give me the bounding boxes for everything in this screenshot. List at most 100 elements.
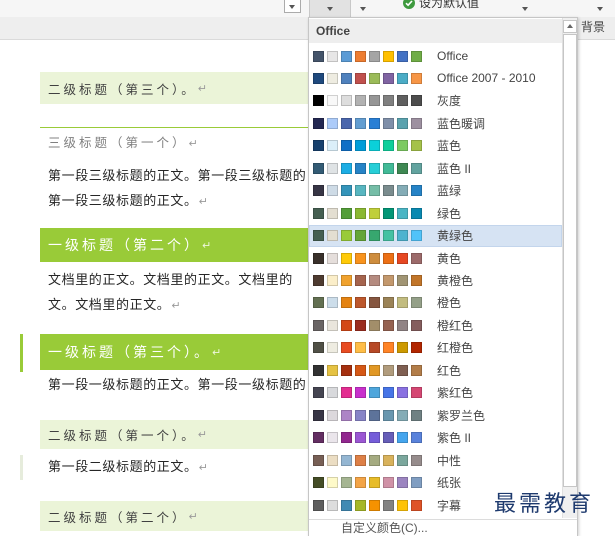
color-swatch: [397, 207, 408, 219]
color-swatch: [397, 162, 408, 174]
color-swatch: [369, 50, 380, 62]
color-swatch: [313, 432, 324, 444]
color-swatch: [327, 387, 338, 399]
menu-section-header: Office: [309, 19, 562, 43]
color-swatch: [341, 364, 352, 376]
heading-text: 三级标题（第一个）: [48, 136, 188, 150]
color-swatch: [341, 409, 352, 421]
paragraph-mark: ↵: [197, 429, 207, 441]
chevron-down-icon: [359, 7, 366, 11]
ribbon-group-label: 背景: [581, 20, 606, 34]
body-paragraph-line[interactable]: 第一段三级标题的正文。第一段三级标题的: [48, 166, 306, 186]
set-as-default-button[interactable]: 设为默认值: [400, 0, 496, 17]
color-swatch: [341, 342, 352, 354]
color-scheme-label: 红橙色: [437, 341, 474, 356]
color-swatch-strip: [313, 499, 437, 511]
color-swatch: [383, 477, 394, 489]
color-scheme-item[interactable]: 紫红色: [309, 382, 562, 404]
color-swatch: [411, 230, 422, 242]
combo-dropdown-button[interactable]: [284, 0, 301, 13]
fonts-dropdown-button[interactable]: [356, 0, 370, 17]
color-scheme-item[interactable]: 红橙色: [309, 337, 562, 359]
color-swatch: [369, 319, 380, 331]
color-scheme-item[interactable]: 蓝色: [309, 135, 562, 157]
color-swatch: [355, 252, 366, 264]
color-swatch: [411, 477, 422, 489]
heading3-paragraph[interactable]: 三级标题（第一个）↵: [48, 133, 198, 153]
color-swatch: [369, 364, 380, 376]
watermark-dropdown-button[interactable]: [518, 0, 532, 17]
color-swatch: [369, 207, 380, 219]
color-scheme-item[interactable]: 蓝绿: [309, 180, 562, 202]
color-swatch: [397, 432, 408, 444]
color-scheme-item[interactable]: 蓝色 II: [309, 157, 562, 179]
color-swatch: [341, 140, 352, 152]
color-scheme-item[interactable]: 紫色 II: [309, 427, 562, 449]
body-paragraph-line[interactable]: 文。文档里的正文。↵: [48, 295, 181, 315]
color-scheme-item[interactable]: 灰度: [309, 90, 562, 112]
word-window: 设为默认值 背景 二级标题（第三个）。 ↵ 三级标题（第一个）↵ 第一段三级标题的…: [0, 0, 615, 536]
paragraph-mark: ↵: [198, 196, 208, 208]
color-swatch: [397, 499, 408, 511]
color-swatch: [327, 275, 338, 286]
color-swatch: [355, 342, 366, 354]
body-paragraph-line[interactable]: 文档里的正文。文档里的正文。文档里的: [48, 270, 293, 290]
color-scheme-item[interactable]: 红色: [309, 359, 562, 381]
color-swatch: [397, 409, 408, 421]
color-swatch: [411, 342, 422, 354]
body-paragraph-line[interactable]: 第一段二级标题的正文。↵: [48, 457, 208, 477]
color-swatch: [341, 319, 352, 331]
color-scheme-item[interactable]: 黄橙色: [309, 270, 562, 292]
color-swatch: [313, 319, 324, 331]
paragraph-mark: ↵: [188, 138, 198, 150]
body-paragraph-line[interactable]: 第一段一级标题的正文。第一段一级标题的: [48, 375, 306, 395]
color-swatch: [369, 409, 380, 421]
color-swatch: [313, 207, 324, 219]
color-scheme-label: 橙色: [437, 296, 462, 311]
color-swatch: [355, 432, 366, 444]
color-swatch: [341, 252, 352, 264]
color-swatch: [327, 207, 338, 219]
color-swatch: [369, 185, 380, 197]
set-as-default-label: 设为默认值: [419, 0, 480, 10]
color-scheme-item[interactable]: 黄绿色: [309, 224, 562, 247]
colors-dropdown-button[interactable]: [309, 0, 351, 17]
scroll-up-button[interactable]: [563, 20, 577, 33]
color-swatch: [369, 432, 380, 444]
color-swatch: [355, 319, 366, 331]
color-swatch: [313, 477, 324, 489]
color-scheme-item[interactable]: 蓝色暖调: [309, 112, 562, 134]
color-scheme-item[interactable]: 中性: [309, 449, 562, 471]
color-scheme-item[interactable]: 黄色: [309, 247, 562, 269]
color-swatch: [327, 50, 338, 62]
color-swatch: [397, 342, 408, 354]
color-swatch: [383, 319, 394, 331]
color-scheme-item[interactable]: Office: [309, 45, 562, 67]
color-swatch-strip: [313, 477, 437, 489]
color-scheme-label: 灰度: [437, 94, 462, 109]
color-scheme-item[interactable]: 橙色: [309, 292, 562, 314]
page-color-dropdown-button[interactable]: [593, 0, 607, 17]
color-scheme-item[interactable]: 紫罗兰色: [309, 404, 562, 426]
color-swatch: [397, 185, 408, 197]
color-scheme-label: 紫罗兰色: [437, 408, 486, 423]
color-scheme-list: Office Office 2007 - 2010 灰度蓝色暖调 蓝色 蓝色 II 蓝绿绿…: [309, 45, 562, 518]
customize-colors-item[interactable]: 自定义颜色(C)...: [309, 521, 577, 536]
chevron-down-icon: [521, 7, 528, 11]
scroll-thumb[interactable]: [563, 34, 577, 487]
menu-scrollbar[interactable]: [562, 18, 577, 518]
color-scheme-item[interactable]: 绿色: [309, 202, 562, 224]
body-paragraph-line[interactable]: 第一段三级标题的正文。↵: [48, 191, 208, 211]
color-swatch: [397, 95, 408, 107]
color-swatch: [313, 252, 324, 264]
color-swatch-strip: [313, 185, 437, 197]
color-swatch: [355, 162, 366, 174]
color-scheme-item[interactable]: 橙红色: [309, 314, 562, 336]
color-swatch: [411, 409, 422, 421]
heading-text: 一级标题（第二个）: [48, 237, 201, 253]
color-swatch: [369, 72, 380, 84]
color-swatch-strip: [313, 342, 437, 354]
color-scheme-item[interactable]: Office 2007 - 2010: [309, 67, 562, 89]
color-swatch: [341, 454, 352, 466]
color-swatch-strip: [313, 230, 437, 242]
